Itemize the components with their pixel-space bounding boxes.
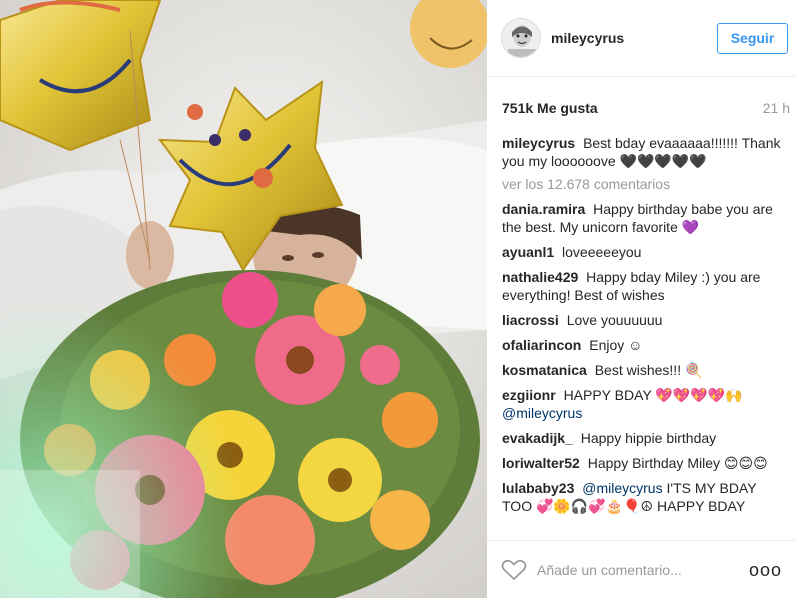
comment-username[interactable]: ezgiionr [502,387,556,403]
comment-item: loriwalter52 Happy Birthday Miley 😊😊😊 [502,454,782,472]
follow-button[interactable]: Seguir [717,22,788,54]
comment-text: HAPPY BDAY 💖💖💖💖🙌 [563,387,743,403]
post-image [0,0,487,598]
comment-text: Happy hippie birthday [580,430,717,446]
more-options-icon[interactable]: ooo [749,561,782,579]
post-photo[interactable] [0,0,487,598]
comment-item: dania.ramira Happy birthday babe you are… [502,200,782,236]
comment-item: liacrossi Love youuuuuu [502,311,782,329]
comment-text: Happy Birthday Miley 😊😊😊 [587,455,768,471]
comment-text: Love youuuuuu [566,312,663,328]
comment-text: Enjoy ☺ [589,337,643,353]
comment-username[interactable]: lulababy23 [502,480,574,496]
comment-item: ayuanl1 loveeeeeyou [502,243,782,261]
comment-username[interactable]: evakadijk_ [502,430,573,446]
caption: mileycyrus Best bday evaaaaaa!!!!!!! Tha… [502,134,782,170]
comment-mention[interactable]: @mileycyrus [582,480,662,496]
comment-username[interactable]: ayuanl1 [502,244,554,260]
comment-username[interactable]: dania.ramira [502,201,585,217]
comment-item: kosmatanica Best wishes!!! 🍭 [502,361,782,379]
comment-item: evakadijk_ Happy hippie birthday [502,429,782,447]
comments-list: mileycyrus Best bday evaaaaaa!!!!!!! Tha… [487,128,796,532]
comment-text: loveeeeeyou [562,244,642,260]
comment-item: nathalie429 Happy bday Miley :) you are … [502,268,782,304]
comment-item: ezgiionr HAPPY BDAY 💖💖💖💖🙌 @mileycyrus [502,386,782,422]
comment-mention[interactable]: @mileycyrus [502,405,582,421]
comment-item: ofaliarincon Enjoy ☺ [502,336,782,354]
likes-count[interactable]: 751k Me gusta [502,100,598,116]
post-sidebar: mileycyrus Seguir 751k Me gusta 21 h mil… [487,0,796,598]
comment-input[interactable] [537,561,749,578]
heart-outline-icon[interactable] [501,559,527,581]
comment-username[interactable]: nathalie429 [502,269,578,285]
post-stats: 751k Me gusta 21 h [487,87,796,128]
comment-username[interactable]: kosmatanica [502,362,587,378]
post-header: mileycyrus Seguir [487,0,796,77]
post-time[interactable]: 21 h [763,100,790,116]
avatar-icon[interactable] [501,18,541,58]
comment-footer: ooo [487,540,796,598]
comment-text: Best wishes!!! 🍭 [594,362,703,378]
view-all-comments-link[interactable]: ver los 12.678 comentarios [502,176,782,192]
comment-item: lulababy23 @mileycyrus I'TS MY BDAY TOO … [502,479,782,515]
post-username[interactable]: mileycyrus [551,30,717,46]
comment-username[interactable]: loriwalter52 [502,455,580,471]
caption-username[interactable]: mileycyrus [502,135,575,151]
comment-username[interactable]: ofaliarincon [502,337,581,353]
comment-username[interactable]: liacrossi [502,312,559,328]
